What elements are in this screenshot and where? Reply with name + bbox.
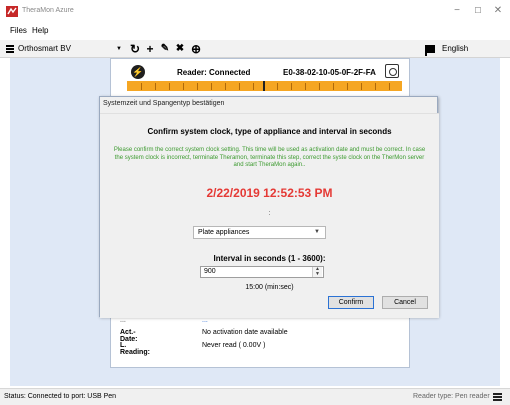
details-value: ... bbox=[202, 317, 208, 324]
reader-type: Reader type: Pen reader bbox=[413, 393, 490, 400]
interval-stepper[interactable]: ▲ ▼ bbox=[312, 267, 322, 277]
separator-label: : bbox=[268, 210, 271, 217]
chevron-down-icon: ▼ bbox=[116, 46, 122, 52]
reading-timeline-bar bbox=[127, 81, 402, 91]
details-label: L. Reading: bbox=[120, 342, 150, 356]
maximize-button[interactable]: ☐ bbox=[468, 4, 488, 18]
connection-status: Status: Connected to port: USB Pen bbox=[4, 393, 117, 400]
toolbar: Orthosmart BV ▼ ↻ + ✎ ✖ ⊕ English bbox=[0, 40, 510, 58]
edit-button[interactable]: ✎ bbox=[158, 41, 172, 57]
chevron-down-icon: ▼ bbox=[314, 229, 320, 235]
dialog-heading: Confirm system clock, type of appliance … bbox=[147, 127, 392, 136]
menu-help[interactable]: Help bbox=[32, 26, 48, 35]
details-label: ... bbox=[120, 317, 126, 324]
confirm-dialog: Systemzeit und Spangentyp bestätigen Con… bbox=[99, 96, 439, 318]
app-logo-icon bbox=[6, 6, 18, 17]
delete-button[interactable]: ✖ bbox=[173, 41, 187, 57]
company-select[interactable]: Orthosmart BV ▼ bbox=[4, 42, 122, 56]
interval-label: Interval in seconds (1 - 3600): bbox=[213, 254, 326, 263]
dialog-title: Systemzeit und Spangentyp bestätigen bbox=[103, 100, 225, 107]
reader-status: Reader: Connected bbox=[177, 68, 251, 77]
building-icon bbox=[6, 45, 14, 53]
interval-input[interactable]: 900 bbox=[200, 266, 324, 278]
connection-icon: ⚡ bbox=[131, 65, 145, 79]
language-label: English bbox=[442, 44, 469, 53]
details-value: Never read ( 0.00V ) bbox=[202, 342, 266, 349]
refresh-button[interactable]: ↻ bbox=[128, 41, 142, 57]
flag-icon bbox=[425, 45, 435, 56]
timeline-marker bbox=[263, 81, 265, 91]
disconnect-icon[interactable] bbox=[385, 64, 399, 78]
confirm-button[interactable]: Confirm bbox=[328, 296, 374, 309]
company-name: Orthosmart BV bbox=[18, 44, 71, 53]
appliance-type-value: Plate appliances bbox=[198, 229, 250, 236]
window-titlebar: TheraMon Azure − ☐ ✕ bbox=[0, 0, 510, 22]
dialog-instructions: Please confirm the correct system clock … bbox=[113, 147, 426, 168]
close-button[interactable]: ✕ bbox=[488, 4, 508, 18]
details-value: No activation date available bbox=[202, 329, 288, 336]
reader-id: E0-38-02-10-05-0F-2F-FA bbox=[283, 68, 376, 77]
details-label: Act.-Date: bbox=[120, 329, 138, 343]
web-button[interactable]: ⊕ bbox=[189, 41, 203, 57]
menu-bar: Files Help bbox=[0, 24, 510, 38]
appliance-type-select[interactable]: Plate appliances ▼ bbox=[193, 226, 326, 239]
status-bar: Status: Connected to port: USB Pen Reade… bbox=[0, 388, 510, 405]
menu-files[interactable]: Files bbox=[10, 26, 27, 35]
interval-formatted: 15:00 (min:sec) bbox=[245, 284, 294, 291]
pen-reader-icon bbox=[493, 393, 502, 401]
system-datetime: 2/22/2019 12:52:53 PM bbox=[206, 186, 333, 200]
cancel-button[interactable]: Cancel bbox=[382, 296, 428, 309]
dialog-body: Confirm system clock, type of appliance … bbox=[100, 113, 439, 318]
window-title: TheraMon Azure bbox=[22, 7, 74, 14]
minimize-button[interactable]: − bbox=[447, 4, 467, 18]
add-button[interactable]: + bbox=[143, 41, 157, 57]
